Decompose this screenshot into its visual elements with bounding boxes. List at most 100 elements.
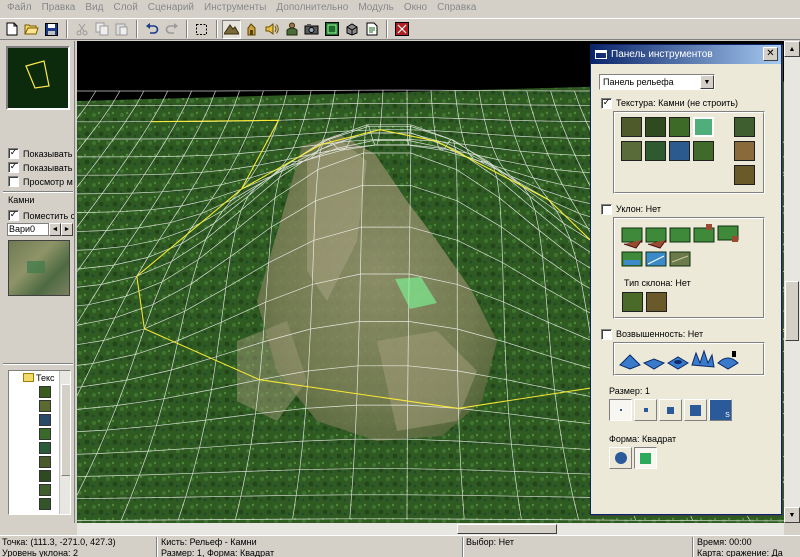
- vertical-scroll-thumb[interactable]: [785, 281, 799, 341]
- size-1-button[interactable]: [609, 399, 632, 421]
- texture-tile[interactable]: [734, 165, 755, 185]
- menu-file[interactable]: Файл: [2, 1, 37, 15]
- height-checkbox[interactable]: [601, 328, 612, 340]
- redo-icon[interactable]: [162, 20, 181, 39]
- texture-checkbox[interactable]: ✓: [601, 97, 612, 109]
- new-file-icon[interactable]: [2, 20, 21, 39]
- panel-selector[interactable]: Панель рельефа ▼: [599, 74, 715, 90]
- menu-edit[interactable]: Правка: [37, 1, 81, 15]
- texture-tile[interactable]: [645, 117, 666, 137]
- texture-tile[interactable]: [734, 141, 755, 161]
- height-label: Возвышенность: Нет: [616, 329, 704, 339]
- folder-icon: [23, 373, 34, 382]
- cut-icon[interactable]: [72, 20, 91, 39]
- minimap[interactable]: [6, 46, 70, 110]
- size-3-button[interactable]: [659, 399, 682, 421]
- menu-module[interactable]: Модуль: [353, 1, 398, 15]
- place-option-checkbox[interactable]: ✓: [8, 210, 19, 221]
- texture-tile[interactable]: [669, 117, 690, 137]
- camera-frustum-icon: [25, 60, 50, 89]
- square-shape-icon: [640, 452, 651, 464]
- place-option[interactable]: ✓ Поместить с: [8, 209, 74, 222]
- tree-item-thumb[interactable]: [39, 456, 51, 468]
- vertical-scrollbar[interactable]: ▲ ▼: [784, 41, 800, 523]
- region-icon[interactable]: [322, 20, 341, 39]
- chevron-right-icon[interactable]: ►: [61, 223, 73, 236]
- sound-icon[interactable]: [262, 20, 281, 39]
- tree-item-thumb[interactable]: [39, 484, 51, 496]
- height-option[interactable]: Возвышенность: Нет: [601, 328, 703, 340]
- select-region-icon[interactable]: [192, 20, 211, 39]
- script-icon[interactable]: [362, 20, 381, 39]
- slope-flat-icon: [669, 227, 691, 243]
- scroll-up-icon[interactable]: ▲: [784, 41, 800, 57]
- shape-circle-button[interactable]: [609, 447, 632, 469]
- chevron-down-icon[interactable]: ▼: [700, 75, 714, 89]
- menu-tools[interactable]: Инструменты: [199, 1, 271, 15]
- texture-tree[interactable]: Текс: [8, 370, 71, 515]
- menu-advanced[interactable]: Дополнительно: [271, 1, 353, 15]
- tree-item-thumb[interactable]: [39, 442, 51, 454]
- menu-help[interactable]: Справка: [432, 1, 481, 15]
- tree-item-thumb[interactable]: [39, 498, 51, 510]
- tree-scrollbar[interactable]: [59, 371, 70, 514]
- slope-edge-icon: [717, 225, 739, 242]
- undo-icon[interactable]: [142, 20, 161, 39]
- menu-layer[interactable]: Слой: [108, 1, 142, 15]
- size-4-button[interactable]: [684, 399, 707, 421]
- size-1-icon: [619, 409, 622, 411]
- save-icon[interactable]: [42, 20, 61, 39]
- menu-bar: Файл Правка Вид Слой Сценарий Инструмент…: [0, 0, 800, 16]
- tool-panel-titlebar[interactable]: Панель инструментов: [591, 45, 781, 64]
- texture-tile[interactable]: [621, 117, 642, 137]
- show-option-2-checkbox[interactable]: ✓: [8, 162, 19, 173]
- unit-icon[interactable]: [282, 20, 301, 39]
- texture-tile[interactable]: [669, 141, 690, 161]
- tree-item-thumb[interactable]: [39, 400, 51, 412]
- menu-window[interactable]: Окно: [399, 1, 432, 15]
- tree-item-thumb[interactable]: [39, 428, 51, 440]
- shape-square-button[interactable]: [634, 447, 657, 469]
- slope-type-tile[interactable]: [622, 292, 643, 312]
- texture-label: Текстура: Камни (не строить): [616, 98, 739, 108]
- texture-tile[interactable]: [734, 117, 755, 137]
- texture-option[interactable]: ✓ Текстура: Камни (не строить): [601, 97, 738, 109]
- slope-tools[interactable]: [614, 218, 764, 268]
- texture-tile[interactable]: [693, 141, 714, 161]
- horizontal-scroll-thumb[interactable]: [457, 524, 557, 534]
- variant-selector[interactable]: Вари0 ◄ ►: [7, 223, 73, 236]
- menu-view[interactable]: Вид: [80, 1, 108, 15]
- tree-item-thumb[interactable]: [39, 386, 51, 398]
- test-map-icon[interactable]: [392, 20, 411, 39]
- texture-tile-selected[interactable]: [693, 117, 714, 137]
- slope-checkbox[interactable]: [601, 203, 612, 215]
- height-tools[interactable]: [614, 343, 764, 375]
- chevron-left-icon[interactable]: ◄: [49, 223, 61, 236]
- object-icon[interactable]: [342, 20, 361, 39]
- show-option-1-checkbox[interactable]: ✓: [8, 148, 19, 159]
- slope-option[interactable]: Уклон: Нет: [601, 203, 661, 215]
- doodad-icon[interactable]: [242, 20, 261, 39]
- slope-type-label: Тип склона: Нет: [624, 278, 691, 288]
- show-option-1[interactable]: ✓ Показывать: [8, 147, 74, 160]
- tree-item-thumb[interactable]: [39, 470, 51, 482]
- preview-option-checkbox[interactable]: [8, 176, 19, 187]
- close-button[interactable]: ✕: [763, 47, 778, 61]
- show-option-2[interactable]: ✓ Показывать: [8, 161, 74, 174]
- copy-icon[interactable]: [92, 20, 111, 39]
- menu-scenario[interactable]: Сценарий: [143, 1, 199, 15]
- tree-item-thumb[interactable]: [39, 414, 51, 426]
- preview-option[interactable]: Просмотр м: [8, 175, 74, 188]
- terrain-icon[interactable]: [222, 19, 241, 39]
- toolbar-separator: [136, 20, 138, 38]
- slope-type-tile[interactable]: [646, 292, 667, 312]
- texture-tile[interactable]: [621, 141, 642, 161]
- camera-icon[interactable]: [302, 20, 321, 39]
- size-2-button[interactable]: [634, 399, 657, 421]
- paste-icon[interactable]: [112, 20, 131, 39]
- horizontal-scrollbar[interactable]: [77, 523, 784, 535]
- size-5-button[interactable]: S: [709, 399, 732, 421]
- scroll-down-icon[interactable]: ▼: [784, 507, 800, 523]
- texture-tile[interactable]: [645, 141, 666, 161]
- open-folder-icon[interactable]: [22, 20, 41, 39]
